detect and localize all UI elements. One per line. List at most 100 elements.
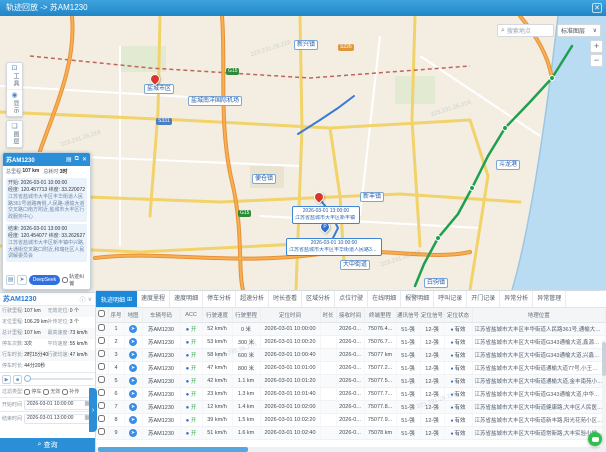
query-button[interactable]: ⌕ 查询 [0,438,95,452]
track-correct-checkbox-input[interactable] [62,277,68,283]
tab-item[interactable]: 报警明细 [401,291,434,307]
map-tools-button[interactable]: ⊡ 工具 [7,63,22,90]
row-checkbox[interactable] [96,322,108,335]
vertical-scrollbar[interactable] [602,340,606,447]
locate-on-map-icon[interactable]: ➤ [129,364,137,372]
close-icon[interactable]: ✕ [592,3,602,13]
tab-item[interactable]: 时长查看 [269,291,302,307]
stop-icon[interactable]: ■ [13,375,22,384]
filter-checkbox-input[interactable] [62,389,68,395]
tab-item[interactable]: 点位行驶 [335,291,368,307]
row-plate: 苏AM1230 [142,361,180,374]
locate-on-map-icon[interactable]: ➤ [129,325,137,333]
row-plate: 苏AM1230 [142,387,180,400]
locate-on-map-icon[interactable]: ➤ [129,351,137,359]
map-display-button[interactable]: ◉ 显示 [7,90,22,116]
locate-on-map-icon[interactable]: ➤ [129,338,137,346]
filter-checkbox-input[interactable] [24,389,30,395]
locate-on-map-icon[interactable]: ➤ [129,390,137,398]
row-odometer: 75076.7... [364,335,396,348]
start-lng-value: 120.457713 [21,187,47,193]
locate-on-map-icon[interactable]: ➤ [129,429,137,437]
road-badge: G15 [226,68,239,75]
play-icon[interactable]: ▶ [2,375,11,384]
deepseek-button[interactable]: DeepSeek [29,275,60,285]
playback-slider[interactable] [24,378,93,380]
chevron-down-icon[interactable]: ∨ [88,296,92,303]
window-icon[interactable]: ⧉ [75,156,79,163]
row-checkbox[interactable] [96,413,108,426]
row-checkbox[interactable] [96,400,108,413]
horizontal-scrollbar[interactable] [96,447,606,452]
report-icon[interactable]: ▤ [66,156,72,163]
filter-checkbox[interactable]: 无效 [43,388,60,395]
select-all-checkbox[interactable] [96,308,108,322]
row-checkbox[interactable] [96,335,108,348]
table-row[interactable]: 7 ➤ 苏AM1230 ● 开 12 km/h 1.4 km 2026-03-0… [96,400,606,413]
locate-on-map-icon[interactable]: ➤ [129,416,137,424]
tab-item[interactable]: 区域分析 [302,291,335,307]
start-time-input[interactable]: 2026-03-01 10:00:00 ▦ [24,400,93,410]
row-gps-signal: 12-强 [420,348,444,361]
info-icon[interactable]: ⓘ [80,295,86,304]
tab-item[interactable]: 开门记录 [467,291,500,307]
track-correct-checkbox[interactable]: 轨迹纠偏 [62,273,87,287]
row-checkbox[interactable] [96,374,108,387]
row-checkbox[interactable] [96,387,108,400]
tab-item[interactable]: 停车分析 [203,291,236,307]
filter-checkbox[interactable]: 停车 [24,388,41,395]
end-lng-value: 120.454077 [21,233,47,239]
row-checkbox[interactable] [96,348,108,361]
table-row[interactable]: 3 ➤ 苏AM1230 ● 开 58 km/h 600 米 2026-03-01… [96,348,606,361]
row-checkbox[interactable] [96,361,108,374]
track-panel-title: 苏AM1230 [6,155,63,164]
zoom-out-button[interactable]: − [590,54,603,67]
table-row[interactable]: 8 ➤ 苏AM1230 ● 开 39 km/h 1.5 km 2026-03-0… [96,413,606,426]
table-row[interactable]: 4 ➤ 苏AM1230 ● 开 47 km/h 800 米 2026-03-01… [96,361,606,374]
total-mileage-value: 107 km [22,168,39,175]
hscroll-thumb[interactable] [98,447,248,452]
export-icon[interactable]: ▤ [6,275,15,285]
map-search-input[interactable]: ⌕ 搜索地点 [497,24,554,37]
tab-item[interactable]: 速度里程 [137,291,170,307]
table-row[interactable]: 1 ➤ 苏AM1230 ● 开 52 km/h 0 米 2026-03-01 1… [96,322,606,335]
locate-on-map-icon[interactable]: ➤ [129,377,137,385]
table-row[interactable]: 2 ➤ 苏AM1230 ● 开 53 km/h 300 米 2026-03-01… [96,335,606,348]
locate-icon[interactable]: ➤ [17,275,26,285]
status-dot-icon: ● [450,327,453,333]
row-recv-time: 2026-0... [336,400,364,413]
tab-track-detail[interactable]: 轨迹明细 ⊞ [96,291,137,307]
map-layer-select[interactable]: 标准图层 ∨ [557,24,601,37]
tab-item[interactable]: 超速分析 [236,291,269,307]
tab-item[interactable]: 呼叫记录 [434,291,467,307]
status-dot-icon: ● [450,392,453,398]
assistant-float-button[interactable] [588,432,602,446]
tab-item[interactable]: 在线明细 [368,291,401,307]
row-address: 江苏省盐城市大丰区大中街道通榆大道77号,小王子食品经营部北边侧,经常... [472,361,606,374]
slider-thumb[interactable] [24,375,31,382]
filter-checkbox[interactable]: 补传 [62,388,79,395]
panel-collapse-handle[interactable]: › [89,388,97,432]
locate-on-map-icon[interactable]: ➤ [129,403,137,411]
row-checkbox[interactable] [96,426,108,439]
table-row[interactable]: 9 ➤ 苏AM1230 ● 开 51 km/h 1.6 km 2026-03-0… [96,426,606,439]
row-gps-signal: 12-强 [420,387,444,400]
track-end-section: 结束: 2026-03-01 13:00:00 经度: 120.454077 纬… [6,224,87,262]
end-time-input[interactable]: 2026-03-01 13:00:00 ▦ [24,414,93,424]
close-icon[interactable]: ✕ [82,156,87,163]
filter-checkbox-input[interactable] [43,389,49,395]
row-status: 有效 [455,392,466,398]
stats-row: 总计里程: 107 km 最高速度: 73 km/h [0,328,95,339]
table-row[interactable]: 5 ➤ 苏AM1230 ● 开 42 km/h 1.1 km 2026-03-0… [96,374,606,387]
row-distance: 300 米 [232,335,260,348]
table-row[interactable]: 6 ➤ 苏AM1230 ● 开 23 km/h 1.3 km 2026-03-0… [96,387,606,400]
route-direction-marker [435,235,441,241]
tab-item[interactable]: 异常分析 [500,291,533,307]
map-layers-button[interactable]: ❏ 图层 [7,121,22,147]
row-distance: 1.3 km [232,387,260,400]
zoom-in-button[interactable]: + [590,40,603,53]
row-duration [320,413,336,426]
tab-item[interactable]: 异常管理 [533,291,566,307]
tab-item[interactable]: 速度明细 [170,291,203,307]
row-duration [320,361,336,374]
